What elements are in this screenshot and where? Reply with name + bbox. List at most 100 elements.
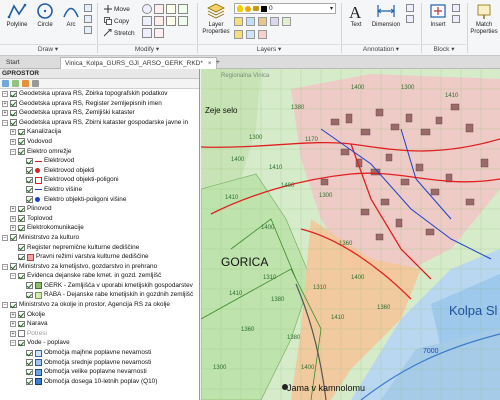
collapse-all-icon[interactable] (22, 80, 29, 87)
expand-icon[interactable]: + (10, 206, 16, 213)
edit-block-icon[interactable] (452, 15, 460, 23)
stretch-button[interactable]: Stretch (103, 28, 135, 38)
layer-visibility-checkbox[interactable] (10, 119, 17, 126)
tree-row[interactable]: – Ministrstvo za kulturo (0, 233, 199, 243)
tree-row[interactable]: + Okolje (0, 310, 199, 320)
annotation-panel-title[interactable]: Annotation ▾ (342, 44, 420, 54)
tree-row[interactable]: + Geodetska uprava RS, Zemljiški kataster (0, 108, 199, 118)
layer-visibility-checkbox[interactable] (18, 272, 25, 280)
layer-properties-button[interactable]: Layer Properties (200, 2, 232, 42)
polyline-button[interactable]: Polyline (2, 2, 32, 42)
block-panel-title[interactable]: Block ▾ (422, 44, 466, 54)
layer-visibility-checkbox[interactable] (18, 311, 25, 318)
tree-row[interactable]: Elektrovod objekti-poligoni (0, 175, 199, 185)
modify-panel-title[interactable]: Modify ▾ (98, 44, 196, 54)
layer-visibility-checkbox[interactable] (26, 349, 33, 357)
layer-isolate-icon[interactable] (270, 17, 279, 26)
tree-row[interactable]: Elektrovod (0, 156, 199, 166)
expand-icon[interactable]: + (2, 110, 8, 117)
move-button[interactable]: Move (104, 4, 130, 14)
layer-visibility-checkbox[interactable] (18, 128, 25, 136)
layer-visibility-checkbox[interactable] (18, 339, 25, 347)
expand-icon[interactable]: + (10, 330, 16, 337)
table-icon[interactable] (406, 15, 414, 23)
layer-visibility-checkbox[interactable] (26, 176, 33, 184)
layer-visibility-checkbox[interactable] (18, 244, 25, 251)
collapse-icon[interactable]: – (2, 91, 8, 97)
tree-row[interactable]: Elektro višine (0, 185, 199, 195)
fillet-icon[interactable] (142, 16, 152, 26)
tab-start[interactable]: Start (2, 57, 24, 69)
tree-row[interactable]: Elektrovod objekti (0, 166, 199, 176)
layer-visibility-checkbox[interactable] (18, 253, 25, 261)
explode-icon[interactable] (166, 16, 176, 26)
tree-row[interactable]: GERK - Zemljišča v uporabi kmetijskih go… (0, 281, 199, 291)
layer-visibility-checkbox[interactable] (26, 291, 33, 299)
create-block-icon[interactable] (452, 4, 460, 12)
tree-row[interactable]: Pravni režimi varstva kulturne dediščine (0, 252, 199, 262)
tree-row[interactable]: Območja majhne poplavne nevarnosti (0, 348, 199, 358)
layer-visibility-checkbox[interactable] (26, 378, 33, 385)
expand-icon[interactable]: + (10, 129, 16, 136)
layer-visibility-checkbox[interactable] (10, 301, 17, 309)
expand-icon[interactable]: + (2, 100, 8, 107)
tree-row[interactable]: Območja velike poplavne nevarnosti (0, 367, 199, 377)
layer-visibility-checkbox[interactable] (26, 282, 33, 289)
line-tool-icon[interactable] (84, 4, 92, 12)
dimension-button[interactable]: Dimension (368, 2, 404, 42)
layer-visibility-checkbox[interactable] (18, 138, 25, 145)
layer-match-icon[interactable] (282, 17, 291, 26)
tree-row[interactable]: + Elektrokomunikacije (0, 223, 199, 233)
layer-visibility-checkbox[interactable] (10, 263, 17, 270)
close-icon[interactable]: × (208, 60, 212, 67)
collapse-icon[interactable]: – (2, 119, 8, 126)
layer-lock-icon[interactable] (258, 17, 267, 26)
tree-row[interactable]: – Geodetska uprava RS, Zbirka topografski… (0, 89, 199, 99)
expand-icon[interactable]: + (10, 138, 16, 145)
draw-panel-title[interactable]: Draw ▾ (0, 44, 96, 54)
tree-row[interactable]: Območja srednje poplavne nevarnosti (0, 358, 199, 368)
erase-icon[interactable] (166, 4, 176, 14)
tree-row[interactable]: + Potresi (0, 329, 199, 339)
layer-visibility-checkbox[interactable] (18, 205, 25, 213)
map-viewport[interactable]: 1400 1410 1300 1170 1400 1300 1400 1360 1410 1380… (201, 69, 500, 400)
rotate-icon[interactable] (142, 4, 152, 14)
layer-dropdown[interactable]: 0 ▾ (234, 3, 336, 14)
tree-row[interactable]: Register nepremične kulturne dediščine (0, 243, 199, 253)
layer-visibility-checkbox[interactable] (26, 167, 33, 174)
layer-on-icon[interactable] (234, 17, 243, 26)
scale-icon[interactable] (154, 16, 164, 26)
match-properties-button[interactable]: Match Properties (469, 2, 499, 42)
collapse-icon[interactable]: – (2, 302, 8, 309)
expand-icon[interactable]: + (10, 215, 16, 222)
layer-visibility-checkbox[interactable] (18, 330, 25, 337)
tree-row[interactable]: – Ministrstvo za kmetijstvo, gozdarstvo i… (0, 262, 199, 272)
tree-row[interactable]: – Evidenca dejanske rabe kmet. in gozd. z… (0, 271, 199, 281)
hatch-tool-icon[interactable] (84, 26, 92, 34)
trim-icon[interactable] (154, 4, 164, 14)
layer-visibility-checkbox[interactable] (26, 186, 33, 193)
settings-icon[interactable] (32, 80, 39, 87)
layer-visibility-checkbox[interactable] (10, 90, 17, 97)
layer-visibility-checkbox[interactable] (18, 320, 25, 328)
layer-visibility-checkbox[interactable] (10, 100, 17, 107)
arc-button[interactable]: Arc (56, 2, 86, 42)
layer-visibility-checkbox[interactable] (10, 109, 17, 117)
layer-visibility-checkbox[interactable] (26, 368, 33, 376)
rectangle-tool-icon[interactable] (84, 15, 92, 23)
tree-row[interactable]: – Vode - poplave (0, 338, 199, 348)
refresh-icon[interactable] (2, 80, 9, 87)
tree-row[interactable]: + Plinovod (0, 204, 199, 214)
layers-panel-title[interactable]: Layers ▾ (198, 44, 340, 54)
mirror-icon[interactable] (178, 4, 188, 14)
copy-button[interactable]: Copy (104, 16, 129, 26)
collapse-icon[interactable]: – (2, 234, 8, 241)
tree-row[interactable]: + Geodetska uprava RS, Register zemljepis… (0, 99, 199, 109)
layer-visibility-checkbox[interactable] (26, 196, 33, 203)
text-button[interactable]: A Text (344, 2, 368, 42)
map-canvas[interactable]: 1400 1410 1300 1170 1400 1300 1400 1360 1410 1380… (201, 69, 500, 400)
leader-icon[interactable] (406, 4, 414, 12)
expand-icon[interactable]: + (10, 321, 16, 328)
expand-icon[interactable]: + (10, 225, 16, 232)
layer-visibility-checkbox[interactable] (26, 157, 33, 165)
